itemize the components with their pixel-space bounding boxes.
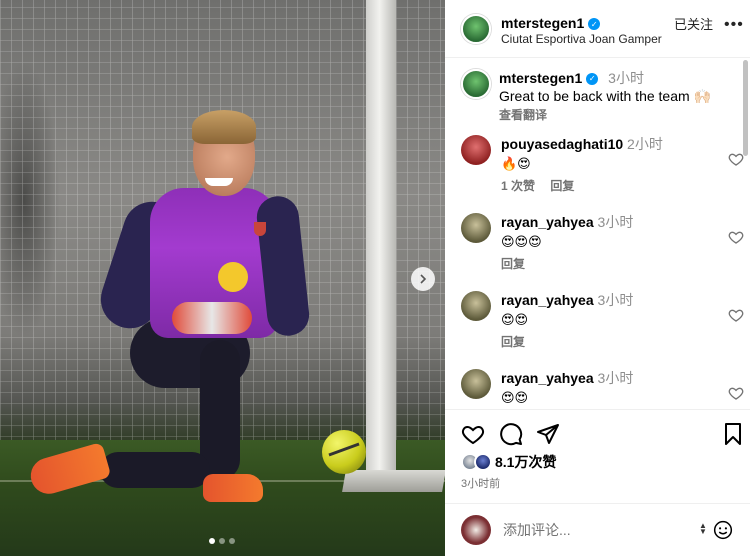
heart-icon[interactable] xyxy=(728,151,744,167)
avatar[interactable] xyxy=(461,369,491,399)
post-side-panel: mterstegen1 ✓ Ciutat Esportiva Joan Gampe… xyxy=(445,0,750,556)
divider xyxy=(445,409,750,410)
goalkeeper-gloves xyxy=(172,302,252,334)
comments-section[interactable]: mterstegen1 ✓ 3小时 Great to be back with t… xyxy=(445,59,750,409)
player-smile xyxy=(205,178,233,186)
caption-text: Great to be back with the team 🙌🏻 xyxy=(499,88,711,104)
avatar[interactable] xyxy=(461,69,491,99)
verified-badge-icon: ✓ xyxy=(588,18,601,31)
emoji-icon[interactable] xyxy=(713,520,733,540)
avatar[interactable] xyxy=(461,213,491,243)
heart-icon[interactable] xyxy=(728,229,744,245)
heart-icon[interactable] xyxy=(728,307,744,323)
post-header: mterstegen1 ✓ Ciutat Esportiva Joan Gampe… xyxy=(445,0,750,58)
caption-time: 3小时 xyxy=(608,70,644,86)
comment-actions: 回复 xyxy=(501,333,537,350)
comments-scrollbar[interactable] xyxy=(743,60,748,156)
comment-time: 3小时 xyxy=(597,214,634,230)
goalkeeper-figure xyxy=(0,0,445,556)
likes-row[interactable]: 8.1万次赞 xyxy=(461,452,556,472)
comment-body: rayan_yahyea 3小时 😍😍😍 xyxy=(501,213,711,251)
post-location[interactable]: Ciutat Esportiva Joan Gamper xyxy=(501,32,662,46)
more-options-icon[interactable]: ••• xyxy=(724,16,744,34)
sponsor-logo xyxy=(218,262,248,292)
avatar xyxy=(461,515,491,545)
post-photo[interactable] xyxy=(0,0,445,556)
heart-icon[interactable] xyxy=(728,385,744,401)
carousel-dot xyxy=(219,538,225,544)
reply-button[interactable]: 回复 xyxy=(550,179,574,193)
carousel-dot xyxy=(229,538,235,544)
carousel-indicator xyxy=(209,538,235,544)
reply-button[interactable]: 回复 xyxy=(501,257,525,271)
see-translation-link[interactable]: 查看翻译 xyxy=(499,108,547,122)
comment-time: 3小时 xyxy=(597,370,634,386)
carousel-next-button[interactable] xyxy=(411,267,435,291)
comment-actions: 1 次赞 回复 xyxy=(501,177,586,194)
heart-icon[interactable] xyxy=(461,422,485,446)
comment-icon[interactable] xyxy=(499,422,523,446)
comment-username[interactable]: rayan_yahyea xyxy=(501,214,594,230)
comment-item: rayan_yahyea 3小时 😍😍 回复 xyxy=(461,291,744,363)
chevron-right-icon xyxy=(420,274,427,284)
reply-button[interactable]: 回复 xyxy=(501,335,525,349)
avatar[interactable] xyxy=(461,135,491,165)
bookmark-icon[interactable] xyxy=(723,422,743,446)
comment-item: pouyasedaghati10 2小时 🔥😍 1 次赞 回复 xyxy=(461,135,744,207)
comment-actions: 回复 xyxy=(501,255,537,272)
caption-username[interactable]: mterstegen1 xyxy=(499,70,582,86)
player-hair xyxy=(192,110,256,144)
comment-like-count[interactable]: 1 次赞 xyxy=(501,179,535,193)
comment-text: 😍😍 xyxy=(501,312,529,327)
comment-username[interactable]: rayan_yahyea xyxy=(501,292,594,308)
avatar[interactable] xyxy=(461,14,491,44)
player-right-boot xyxy=(203,474,263,502)
author-username-text[interactable]: mterstegen1 xyxy=(501,15,584,31)
chevron-up-down-icon: ▲ ▼ xyxy=(699,521,707,536)
comment-text: 😍😍 xyxy=(501,390,529,405)
comment-text: 🔥😍 xyxy=(501,156,531,171)
carousel-dot xyxy=(209,538,215,544)
comment-input[interactable] xyxy=(503,520,693,540)
share-icon[interactable] xyxy=(536,422,560,446)
player-left-boot xyxy=(26,441,112,499)
club-crest xyxy=(254,222,266,236)
comment-composer: ▲▼ xyxy=(445,503,750,556)
comment-username[interactable]: rayan_yahyea xyxy=(501,370,594,386)
following-button[interactable]: 已关注 xyxy=(674,14,713,33)
post-timestamp[interactable]: 3小时前 xyxy=(461,475,500,491)
comment-text: 😍😍😍 xyxy=(501,234,542,249)
post-action-bar xyxy=(461,422,741,446)
comment-body: pouyasedaghati10 2小时 🔥😍 xyxy=(501,135,711,173)
caption-body: mterstegen1 ✓ 3小时 Great to be back with t… xyxy=(499,69,739,124)
avatar[interactable] xyxy=(461,291,491,321)
comment-body: rayan_yahyea 3小时 😍😍 xyxy=(501,291,711,329)
comment-username[interactable]: pouyasedaghati10 xyxy=(501,136,623,152)
comment-time: 3小时 xyxy=(597,292,634,308)
comment-body: rayan_yahyea 3小时 😍😍 xyxy=(501,369,711,407)
comment-time: 2小时 xyxy=(627,136,663,152)
player-left-shin xyxy=(100,452,210,488)
liker-avatar xyxy=(474,453,492,471)
comment-item: rayan_yahyea 3小时 😍😍😍 回复 xyxy=(461,213,744,285)
like-count[interactable]: 8.1万次赞 xyxy=(495,452,556,472)
comment-item: rayan_yahyea 3小时 😍😍 xyxy=(461,369,744,409)
author-username[interactable]: mterstegen1 ✓ xyxy=(501,15,601,31)
verified-badge-icon: ✓ xyxy=(586,73,599,86)
